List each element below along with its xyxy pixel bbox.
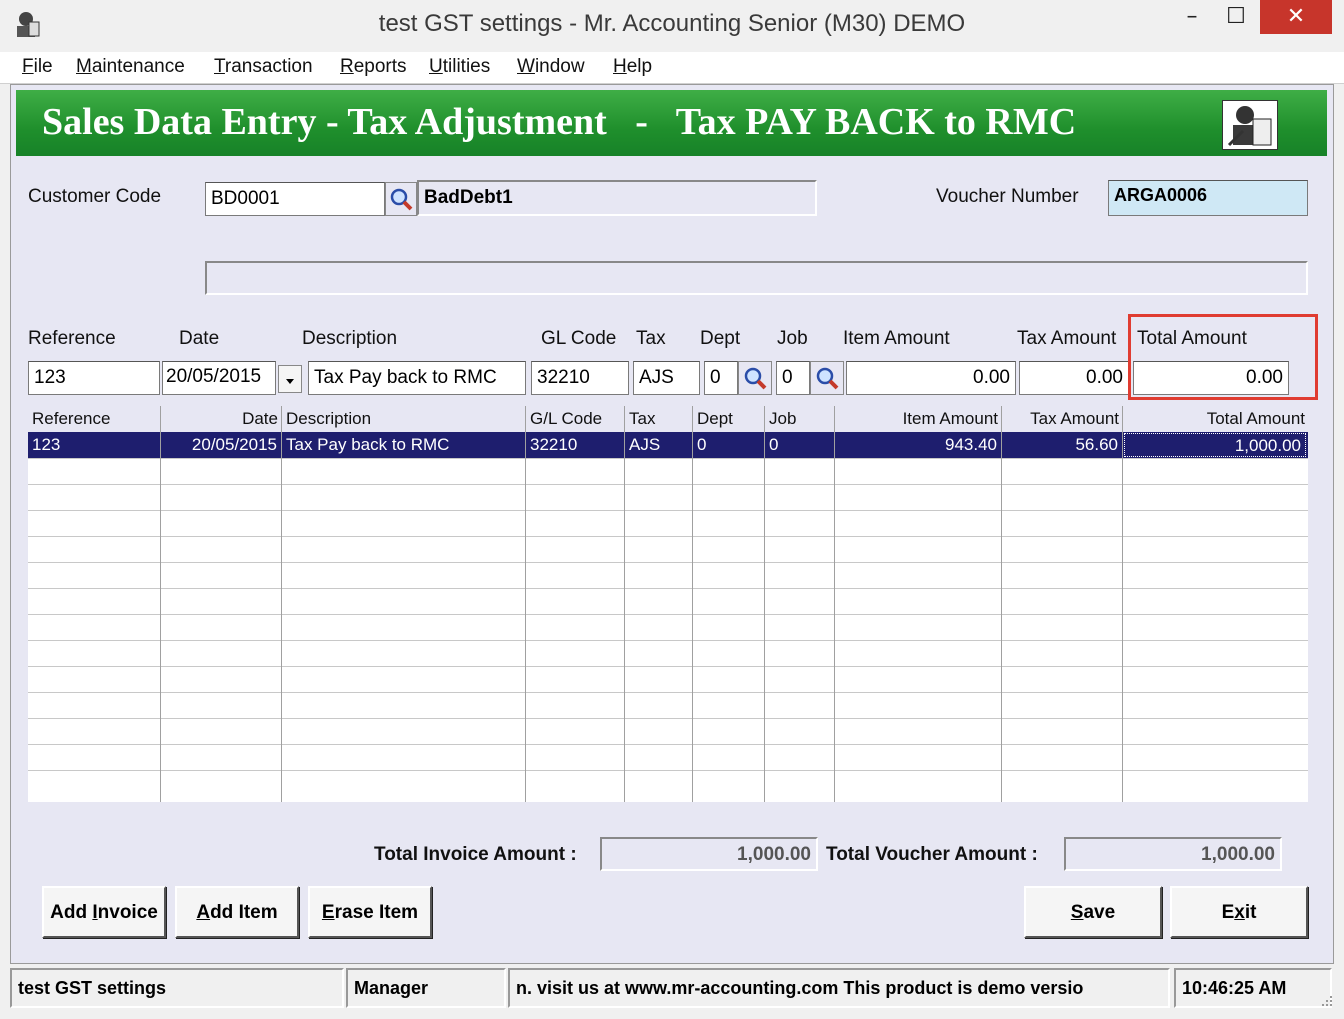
grid-cell-item-amount: 943.40 [945, 435, 997, 454]
grid-cell-dept: 0 [697, 435, 707, 454]
date-dropdown-chevron-down-icon[interactable] [278, 365, 302, 393]
close-button[interactable]: ✕ [1260, 0, 1332, 34]
exit-button[interactable]: Exit [1170, 886, 1308, 938]
col-header-reference[interactable]: Reference [32, 406, 158, 432]
save-button[interactable]: Save [1024, 886, 1162, 938]
description-label: Description [302, 328, 398, 349]
tax-input[interactable]: AJS [633, 361, 700, 395]
minimize-button[interactable]: – [1172, 0, 1212, 34]
gl-code-label: GL Code [541, 328, 617, 349]
add-item-button[interactable]: Add Item [175, 886, 299, 938]
voucher-number-label: Voucher Number [936, 186, 1079, 207]
menu-window[interactable]: Window [517, 56, 585, 78]
total-invoice-amount-field: 1,000.00 [600, 837, 818, 871]
dept-search-icon[interactable] [738, 361, 772, 395]
grid-cell-date: 20/05/2015 [191, 435, 277, 454]
grid-cell-gl-code: 32210 [530, 435, 578, 454]
reference-input[interactable]: 123 [28, 361, 160, 395]
gl-code-input[interactable]: 32210 [531, 361, 629, 395]
grid-cell-tax: AJS [629, 435, 661, 454]
menu-transaction[interactable]: Transaction [214, 56, 313, 78]
col-header-job[interactable]: Job [769, 406, 831, 432]
tax-amount-label: Tax Amount [1017, 328, 1117, 349]
status-message: n. visit us at www.mr-accounting.com Thi… [508, 968, 1170, 1008]
grid-cell-total-amount[interactable]: 1,000.00 [1124, 433, 1306, 457]
job-input[interactable]: 0 [776, 361, 810, 395]
voucher-number-field: ARGA0006 [1108, 180, 1308, 216]
col-header-tax[interactable]: Tax [629, 406, 689, 432]
maximize-button[interactable]: ☐ [1216, 0, 1256, 34]
grid-cell-job: 0 [769, 435, 779, 454]
status-company: test GST settings [10, 968, 344, 1008]
menu-help[interactable]: Help [613, 56, 652, 78]
col-header-tax-amount[interactable]: Tax Amount [1002, 406, 1119, 432]
item-amount-label: Item Amount [843, 328, 950, 349]
grid-cell-description: Tax Pay back to RMC [286, 435, 450, 454]
job-label: Job [777, 328, 808, 349]
grid-lines [28, 406, 1308, 802]
customer-search-icon[interactable] [385, 182, 417, 216]
customer-name-field: BadDebt1 [417, 180, 817, 216]
description-input[interactable]: Tax Pay back to RMC [308, 361, 526, 395]
status-time: 10:46:25 AM [1174, 968, 1332, 1008]
total-amount-highlight [1128, 314, 1318, 400]
total-invoice-amount-label: Total Invoice Amount : [374, 844, 577, 865]
menu-maintenance[interactable]: Maintenance [76, 56, 185, 78]
col-header-description[interactable]: Description [286, 406, 522, 432]
date-label: Date [179, 328, 220, 349]
erase-item-button[interactable]: Erase Item [308, 886, 432, 938]
grid-cell-reference: 123 [32, 435, 61, 454]
add-invoice-button[interactable]: Add Invoice [42, 886, 166, 938]
tax-amount-input[interactable]: 0.00 [1019, 361, 1129, 395]
dept-label: Dept [700, 328, 741, 349]
customer-code-input[interactable]: BD0001 [205, 182, 385, 216]
customer-code-label: Customer Code [28, 186, 162, 207]
col-header-date[interactable]: Date [161, 406, 278, 432]
menu-utilities[interactable]: Utilities [429, 56, 490, 78]
menu-file[interactable]: File [22, 56, 53, 78]
total-voucher-amount-label: Total Voucher Amount : [826, 844, 1038, 865]
col-header-item-amount[interactable]: Item Amount [835, 406, 998, 432]
status-user: Manager [346, 968, 506, 1008]
items-grid[interactable]: Reference Date Description G/L Code Tax … [28, 406, 1308, 802]
date-input[interactable]: 20/05/2015 [162, 361, 276, 395]
form-title: Sales Data Entry - Tax Adjustment - Tax … [42, 101, 1077, 143]
banner-logo-icon [1222, 100, 1278, 150]
menu-reports[interactable]: Reports [340, 56, 407, 78]
col-header-dept[interactable]: Dept [697, 406, 761, 432]
job-search-icon[interactable] [810, 361, 844, 395]
reference-label: Reference [28, 328, 116, 349]
tax-label: Tax [636, 328, 666, 349]
total-voucher-amount-field: 1,000.00 [1064, 837, 1282, 871]
item-amount-input[interactable]: 0.00 [846, 361, 1016, 395]
customer-name: BadDebt1 [424, 187, 513, 208]
resize-grip-icon[interactable] [1318, 992, 1334, 1008]
col-header-total-amount[interactable]: Total Amount [1123, 406, 1305, 432]
customer-address-field [205, 261, 1308, 295]
grid-cell-tax-amount: 56.60 [1075, 435, 1118, 454]
window-title: test GST settings - Mr. Accounting Senio… [378, 10, 966, 37]
dept-input[interactable]: 0 [704, 361, 738, 395]
col-header-gl-code[interactable]: G/L Code [530, 406, 622, 432]
menu-bar: File Maintenance Transaction Reports Uti… [0, 52, 1344, 84]
